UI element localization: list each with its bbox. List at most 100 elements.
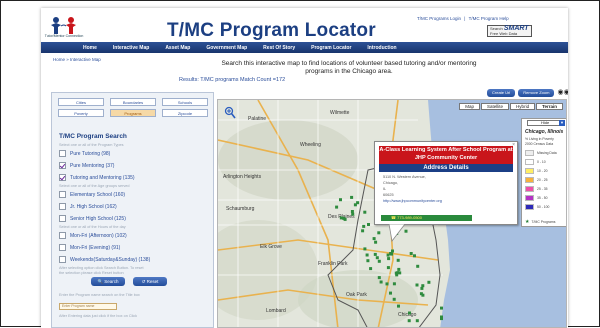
program-marker[interactable] — [397, 304, 400, 308]
program-marker[interactable] — [372, 237, 376, 241]
nav-home[interactable]: Home — [83, 45, 97, 51]
tab-schools[interactable]: Schools — [162, 98, 208, 106]
nav-government-map[interactable]: Government Map — [206, 45, 247, 51]
popup-website-link[interactable]: http://www.jhpcommunitycenter.org — [383, 199, 442, 203]
program-marker[interactable] — [377, 276, 381, 280]
chevron-down-icon[interactable]: ▼ — [559, 120, 565, 126]
checkbox[interactable] — [59, 203, 66, 210]
checkbox[interactable] — [59, 150, 66, 157]
tab-poverty[interactable]: Poverty — [58, 109, 104, 117]
map-type-satellite[interactable]: Satellite — [481, 103, 510, 110]
checkbox[interactable] — [59, 162, 66, 169]
nav-program-locator[interactable]: Program Locator — [311, 45, 351, 51]
program-marker[interactable] — [353, 203, 357, 207]
nav-asset-map[interactable]: Asset Map — [165, 45, 190, 51]
checkbox[interactable] — [59, 232, 66, 239]
binoculars-icon[interactable]: ◉◉ — [557, 89, 568, 97]
nav-rest-of-story[interactable]: Rest Of Story — [263, 45, 295, 51]
tab-cities[interactable]: Cities — [58, 98, 104, 106]
program-marker[interactable] — [386, 266, 390, 270]
program-marker[interactable] — [377, 259, 381, 263]
program-marker[interactable] — [373, 252, 377, 256]
program-marker[interactable] — [350, 195, 354, 199]
checkbox[interactable] — [59, 215, 66, 222]
search-smart-badge[interactable]: Search SMART Free Web Data — [487, 25, 532, 37]
intro-text: Search this interactive map to find loca… — [221, 60, 477, 75]
program-marker[interactable] — [377, 231, 381, 235]
program-marker[interactable] — [392, 282, 396, 286]
search-button[interactable]: 🔍 Search — [91, 277, 125, 286]
program-name-input[interactable]: Enter Program name — [59, 303, 117, 310]
program-marker[interactable] — [361, 229, 365, 233]
program-marker[interactable] — [363, 210, 367, 214]
checkbox[interactable] — [59, 191, 66, 198]
program-marker[interactable] — [386, 253, 390, 257]
program-marker[interactable] — [387, 257, 391, 261]
map-type-hybrid[interactable]: Hybrid — [510, 103, 536, 110]
program-marker[interactable] — [409, 252, 413, 255]
zoom-control-icon[interactable] — [224, 106, 236, 120]
nav-interactive-map[interactable]: Interactive Map — [113, 45, 149, 51]
program-marker[interactable] — [339, 216, 343, 220]
option-jr-high-school[interactable]: Jr. High School (162) — [59, 203, 117, 210]
program-marker[interactable] — [416, 264, 420, 268]
program-marker[interactable] — [335, 205, 339, 209]
program-marker[interactable] — [415, 319, 419, 323]
program-marker[interactable] — [398, 271, 402, 275]
program-marker[interactable] — [421, 284, 425, 288]
program-marker[interactable] — [350, 210, 354, 213]
breadcrumb[interactable]: Home » Interactive Map — [53, 57, 101, 62]
legend-item: 0 - 10 — [525, 159, 546, 165]
program-marker[interactable] — [389, 291, 392, 295]
program-marker[interactable] — [440, 306, 443, 310]
program-marker[interactable] — [369, 267, 373, 271]
create-url-button[interactable]: Create Url — [487, 89, 516, 97]
program-marker[interactable] — [392, 297, 396, 301]
map-type-terrain[interactable]: Terrain — [536, 103, 563, 110]
reset-button[interactable]: ↺ Reset — [133, 277, 167, 286]
login-link[interactable]: T/MC Programs Login — [417, 16, 461, 21]
program-marker[interactable] — [363, 247, 367, 251]
program-marker[interactable] — [362, 224, 366, 228]
program-marker[interactable] — [420, 286, 424, 290]
option-senior-high-school[interactable]: Senior High School (125) — [59, 215, 126, 222]
program-marker[interactable] — [413, 254, 416, 258]
checkbox[interactable] — [59, 174, 66, 181]
program-marker[interactable] — [367, 223, 370, 226]
program-marker[interactable] — [375, 256, 379, 260]
sidebar-tabs: Cities Boundaries Schools Poverty Progra… — [58, 98, 208, 120]
option-tutoring-and-mentoring[interactable]: Tutoring and Mentoring (135) — [59, 174, 135, 181]
option-pure-mentoring[interactable]: Pure Mentoring (37) — [59, 162, 114, 169]
program-marker[interactable] — [397, 267, 401, 271]
map-canvas[interactable]: Palatine Wilmette Wheeling Arlington Hei… — [217, 99, 567, 328]
program-marker[interactable] — [415, 283, 419, 287]
program-marker[interactable] — [427, 280, 431, 284]
option-weekday-evening[interactable]: Mon-Fri (Evening) (91) — [59, 244, 120, 251]
program-marker[interactable] — [440, 315, 443, 319]
remove-zoom-button[interactable]: Remove Zoom — [518, 89, 555, 97]
checkbox[interactable] — [59, 244, 66, 251]
tab-boundaries[interactable]: Boundaries — [110, 98, 156, 106]
program-marker[interactable] — [365, 253, 369, 257]
map-type-map[interactable]: Map — [459, 103, 481, 110]
program-marker[interactable] — [366, 259, 370, 263]
program-marker[interactable] — [385, 282, 389, 286]
option-weekday-afternoon[interactable]: Mon-Fri (Afternoon) (102) — [59, 232, 127, 239]
tab-programs[interactable]: Programs — [110, 109, 156, 117]
nav-introduction[interactable]: Introduction — [367, 45, 396, 51]
program-marker[interactable] — [408, 311, 411, 315]
checkbox[interactable] — [59, 256, 66, 263]
help-link[interactable]: T/MC Program Help — [469, 16, 509, 21]
option-weekends[interactable]: Weekends(Saturday&Sunday) (138) — [59, 256, 150, 263]
program-marker[interactable] — [379, 280, 383, 284]
program-marker[interactable] — [396, 258, 400, 262]
option-elementary-school[interactable]: Elementary School (160) — [59, 191, 125, 198]
program-marker[interactable] — [339, 198, 342, 202]
legend-hide-select[interactable]: Hide ▼ — [527, 120, 565, 126]
program-marker[interactable] — [419, 292, 423, 296]
program-marker[interactable] — [374, 240, 378, 244]
program-marker[interactable] — [351, 212, 355, 216]
program-marker[interactable] — [407, 319, 411, 323]
tab-zipcode[interactable]: Zipcode — [162, 109, 208, 117]
option-pure-tutoring[interactable]: Pure Tutoring (98) — [59, 150, 110, 157]
